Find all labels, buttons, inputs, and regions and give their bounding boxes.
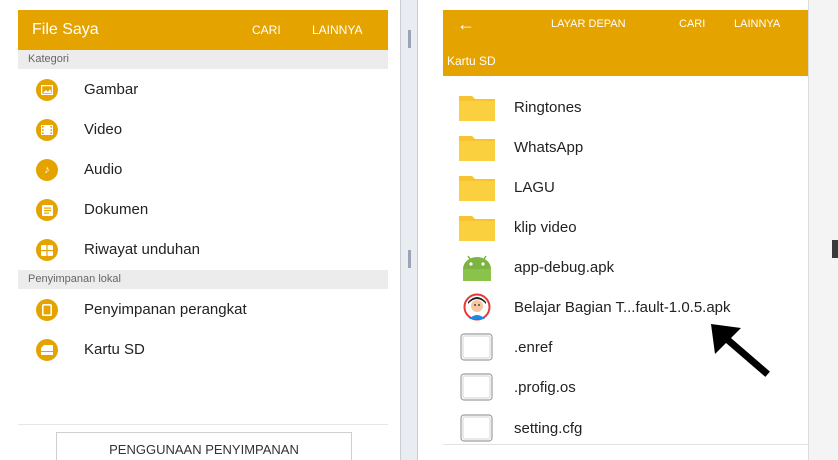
category-label: Video bbox=[84, 121, 123, 138]
file-label: .enref bbox=[514, 339, 553, 356]
back-arrow-icon[interactable]: ← bbox=[457, 14, 475, 35]
divider-handle bbox=[408, 30, 411, 48]
category-label: Gambar bbox=[84, 81, 139, 98]
folder-icon bbox=[459, 176, 495, 201]
category-item-video[interactable]: Video bbox=[18, 110, 388, 150]
file-label: .profig.os bbox=[514, 379, 576, 396]
list-item[interactable]: setting.cfg bbox=[443, 408, 808, 448]
list-item[interactable]: WhatsApp bbox=[443, 127, 808, 167]
category-item-audio[interactable]: ♪ Audio bbox=[18, 150, 388, 190]
folder-icon bbox=[459, 96, 495, 121]
category-item-dokumen[interactable]: Dokumen bbox=[18, 190, 388, 230]
section-header-penyimpanan-lokal: Penyimpanan lokal bbox=[18, 270, 388, 289]
list-item[interactable]: app-debug.apk bbox=[443, 247, 808, 287]
file-label: Ringtones bbox=[514, 99, 582, 116]
more-action[interactable]: LAINNYA bbox=[734, 18, 780, 30]
category-label: Dokumen bbox=[84, 201, 149, 218]
device-storage-icon bbox=[36, 299, 58, 321]
file-icon bbox=[460, 373, 493, 401]
folder-icon bbox=[459, 136, 495, 161]
divider-handle bbox=[408, 250, 411, 268]
divider-line bbox=[443, 444, 808, 445]
file-label: LAGU bbox=[514, 179, 555, 196]
app-bar: File Saya CARI LAINNYA bbox=[18, 10, 388, 50]
image-icon bbox=[36, 79, 58, 101]
home-screen-action[interactable]: LAYAR DEPAN bbox=[551, 18, 626, 30]
divider-line bbox=[18, 424, 388, 425]
storage-usage-button[interactable]: PENGGUNAAN PENYIMPANAN bbox=[56, 432, 352, 460]
app-avatar-icon bbox=[463, 293, 491, 321]
file-icon bbox=[460, 414, 493, 442]
scroll-gutter bbox=[808, 0, 838, 460]
category-item-gambar[interactable]: Gambar bbox=[18, 70, 388, 110]
document-icon bbox=[36, 199, 58, 221]
category-label: Audio bbox=[84, 161, 123, 178]
search-action[interactable]: CARI bbox=[252, 23, 281, 37]
file-label: klip video bbox=[514, 219, 577, 236]
list-item[interactable]: Ringtones bbox=[443, 87, 808, 127]
folder-icon bbox=[459, 216, 495, 241]
storage-item-kartu-sd[interactable]: Kartu SD bbox=[18, 330, 388, 370]
storage-label: Kartu SD bbox=[84, 341, 145, 358]
breadcrumb[interactable]: Kartu SD bbox=[447, 54, 496, 68]
file-label: setting.cfg bbox=[514, 420, 583, 437]
file-icon bbox=[460, 333, 493, 361]
file-label: app-debug.apk bbox=[514, 259, 615, 276]
category-item-riwayat-unduhan[interactable]: Riwayat unduhan bbox=[18, 230, 388, 270]
more-action[interactable]: LAINNYA bbox=[312, 23, 362, 37]
list-item[interactable]: LAGU bbox=[443, 167, 808, 207]
annotation-arrow-icon bbox=[711, 324, 770, 377]
app-bar-kartu-sd: ← LAYAR DEPAN CARI LAINNYA Kartu SD bbox=[443, 10, 808, 76]
scrollbar-thumb[interactable] bbox=[832, 240, 838, 258]
storage-label: Penyimpanan perangkat bbox=[84, 301, 247, 318]
app-title: File Saya bbox=[32, 21, 99, 38]
section-header-kategori: Kategori bbox=[18, 50, 388, 69]
video-icon bbox=[36, 119, 58, 141]
search-action[interactable]: CARI bbox=[679, 18, 705, 30]
file-saya-screen: File Saya CARI LAINNYA Kategori Gambar V… bbox=[18, 0, 388, 460]
file-label: Belajar Bagian T...fault-1.0.5.apk bbox=[514, 299, 731, 316]
android-apk-icon bbox=[463, 255, 491, 281]
download-history-icon bbox=[36, 239, 58, 261]
list-item[interactable]: klip video bbox=[443, 207, 808, 247]
category-label: Riwayat unduhan bbox=[84, 241, 200, 258]
music-note-icon: ♪ bbox=[36, 159, 58, 181]
storage-item-penyimpanan-perangkat[interactable]: Penyimpanan perangkat bbox=[18, 290, 388, 330]
sd-card-icon bbox=[36, 339, 58, 361]
file-label: WhatsApp bbox=[514, 139, 584, 156]
window-divider bbox=[400, 0, 418, 460]
